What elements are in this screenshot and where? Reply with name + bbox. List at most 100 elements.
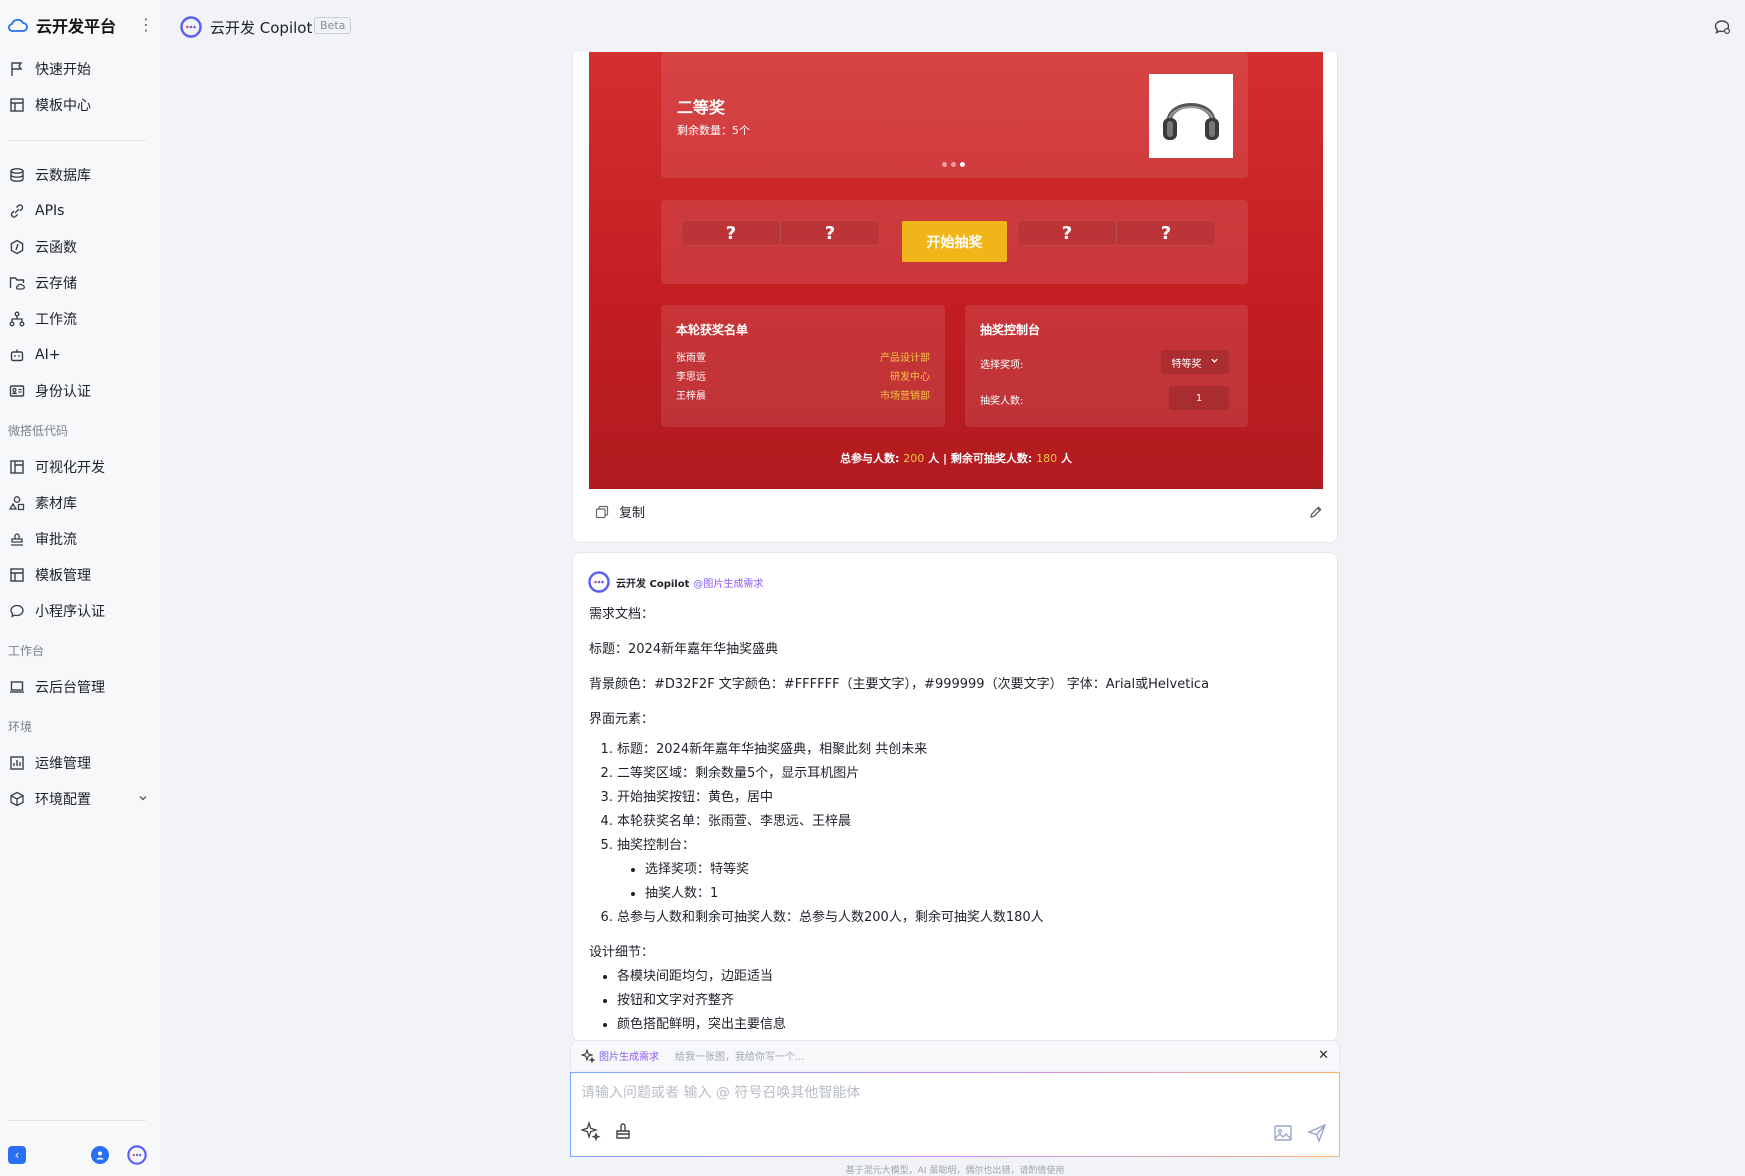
composer-actions — [1273, 1123, 1327, 1143]
start-draw-button[interactable]: 开始抽奖 — [902, 221, 1007, 262]
sidebar-item-assets[interactable]: 素材库 — [8, 489, 154, 517]
winner-name: 王梓晨 — [676, 391, 706, 402]
copy-button[interactable]: 复制 — [595, 502, 645, 521]
sidebar-item-label: 环境配置 — [35, 792, 91, 808]
sidebar-item-env-config[interactable]: 环境配置 — [8, 785, 154, 813]
send-icon[interactable] — [1307, 1123, 1327, 1143]
winner-row: 张雨萱 产品设计部 — [676, 349, 930, 364]
sidebar-item-auth[interactable]: 身份认证 — [8, 377, 154, 405]
sidebar-item-label: 快速开始 — [35, 62, 91, 78]
headphones-image — [1149, 74, 1233, 158]
sidebar-item-functions[interactable]: 云函数 — [8, 233, 154, 261]
active-skill[interactable]: 图片生成需求 — [599, 1048, 659, 1063]
laptop-icon — [8, 678, 26, 696]
draw-console-panel: 抽奖控制台 选择奖项: 特等奖 抽奖人数: 1 — [965, 305, 1248, 427]
brush-icon[interactable] — [613, 1121, 633, 1141]
lottery-preview: 二等奖 剩余数量：5个 ? ? 开始抽奖 ? ? 本轮获奖名单 张雨萱 产品设计… — [589, 52, 1323, 489]
winner-dept: 产品设计部 — [880, 353, 930, 364]
list-item: 各模块间距均匀，边距适当 — [617, 965, 1319, 989]
section-label-workbench: 工作台 — [8, 644, 45, 658]
message-agent-tag[interactable]: @图片生成需求 — [693, 575, 763, 590]
sidebar-item-quickstart[interactable]: 快速开始 — [8, 55, 154, 83]
skill-bar: 图片生成需求 给我一张图，我给你写一个... ✕ — [570, 1040, 1340, 1070]
sidebar-item-label: 身份认证 — [35, 384, 91, 400]
workflow-icon — [8, 310, 26, 328]
chart-icon — [8, 754, 26, 772]
doc-elements-list: 标题：2024新年嘉年华抽奖盛典，相聚此刻 共创未来 二等奖区域：剩余数量5个，… — [617, 738, 1319, 930]
totals-unit: 人 | — [928, 452, 947, 465]
sublist-item: 选择奖项：特等奖 — [645, 858, 1319, 882]
sidebar-item-label: AI+ — [35, 347, 61, 363]
sidebar-item-cloud-admin[interactable]: 云后台管理 — [8, 673, 154, 701]
chevron-down-icon — [1210, 356, 1219, 368]
draw-count-input[interactable]: 1 — [1169, 386, 1229, 410]
list-item: 标题：2024新年嘉年华抽奖盛典，相聚此刻 共创未来 — [617, 738, 1319, 762]
prize-select-value: 特等奖 — [1171, 358, 1202, 370]
carousel-dot[interactable] — [951, 162, 956, 167]
draw-count-label: 抽奖人数: — [980, 396, 1024, 407]
brand-name: 云开发平台 — [36, 17, 117, 36]
select-prize-label: 选择奖项: — [980, 360, 1024, 371]
doc-details-list: 各模块间距均匀，边距适当 按钮和文字对齐整齐 颜色搭配鲜明，突出主要信息 — [617, 965, 1319, 1037]
winner-dept: 市场营销部 — [880, 391, 930, 402]
sidebar-item-miniapp-auth[interactable]: 小程序认证 — [8, 597, 154, 625]
message-input[interactable] — [581, 1085, 1281, 1101]
sidebar-item-ops[interactable]: 运维管理 — [8, 749, 154, 777]
hidden-slot: ? — [780, 220, 880, 246]
carousel-dots[interactable] — [942, 162, 965, 167]
message-composer — [570, 1072, 1340, 1157]
carousel-dot-active[interactable] — [960, 162, 965, 167]
carousel-dot[interactable] — [942, 162, 947, 167]
sidebar-item-workflow[interactable]: 工作流 — [8, 305, 154, 333]
doc-style-line: 背景颜色：#D32F2F 文字颜色：#FFFFFF（主要文字），#999999（… — [589, 677, 1210, 692]
sidebar-item-template-manage[interactable]: 模板管理 — [8, 561, 154, 589]
copilot-bot-icon[interactable] — [127, 1145, 147, 1165]
sidebar-bottom-divider — [8, 1120, 146, 1121]
hidden-slot: ? — [681, 220, 781, 246]
totals-prefix: 总参与人数: — [840, 452, 900, 465]
list-item: 二等奖区域：剩余数量5个，显示耳机图片 — [617, 762, 1319, 786]
chat-history-icon[interactable] — [1713, 18, 1731, 36]
sidebar-item-ai[interactable]: AI+ — [8, 341, 154, 369]
sidebar-item-label: 小程序认证 — [35, 604, 105, 620]
user-avatar-icon[interactable] — [91, 1146, 109, 1164]
message-sender: 云开发 Copilot — [616, 578, 690, 590]
edit-icon[interactable] — [1309, 504, 1323, 518]
list-item: 总参与人数和剩余可抽奖人数：总参与人数200人，剩余可抽奖人数180人 — [617, 906, 1319, 930]
collapse-sidebar-icon[interactable]: ‹ — [8, 1146, 26, 1164]
sidebar-item-database[interactable]: 云数据库 — [8, 161, 154, 189]
copy-label: 复制 — [619, 506, 646, 521]
sidebar-item-label: 素材库 — [35, 496, 77, 512]
prize-select[interactable]: 特等奖 — [1161, 350, 1229, 374]
sparkle-icon[interactable] — [579, 1120, 601, 1142]
close-skill-icon[interactable]: ✕ — [1318, 1048, 1329, 1063]
sidebar-item-templates[interactable]: 模板中心 — [8, 91, 154, 119]
id-card-icon — [8, 382, 26, 400]
sidebar-item-visual-dev[interactable]: 可视化开发 — [8, 453, 154, 481]
sidebar-item-label: 模板管理 — [35, 568, 91, 584]
skill-hint: 给我一张图，我给你写一个... — [675, 1052, 805, 1063]
copilot-logo-icon — [180, 16, 202, 38]
image-upload-icon[interactable] — [1273, 1123, 1293, 1143]
list-item-text: 抽奖控制台： — [617, 838, 696, 853]
message-header: 云开发 Copilot @图片生成需求 — [588, 571, 763, 593]
chat-bubble-icon — [8, 602, 26, 620]
sidebar-item-label: 云后台管理 — [35, 680, 105, 696]
chevron-down-icon[interactable] — [138, 791, 148, 807]
more-icon[interactable]: ⋮ — [138, 17, 154, 33]
sidebar-item-approval[interactable]: 审批流 — [8, 525, 154, 553]
sidebar-item-storage[interactable]: 云存储 — [8, 269, 154, 297]
winner-name: 李思远 — [676, 372, 706, 383]
prize-name: 二等奖 — [677, 98, 726, 117]
sidebar-item-label: 工作流 — [35, 312, 77, 328]
database-icon — [8, 166, 26, 184]
section-label-env: 环境 — [8, 720, 33, 734]
sidebar-item-label: APIs — [35, 203, 65, 219]
folder-cloud-icon — [8, 274, 26, 292]
doc-title-line: 标题：2024新年嘉年华抽奖盛典 — [589, 642, 779, 657]
totals-total: 200 — [903, 452, 925, 465]
sidebar-item-apis[interactable]: APIs — [8, 197, 154, 225]
layout-icon — [8, 458, 26, 476]
template-icon — [8, 96, 26, 114]
template-manage-icon — [8, 566, 26, 584]
